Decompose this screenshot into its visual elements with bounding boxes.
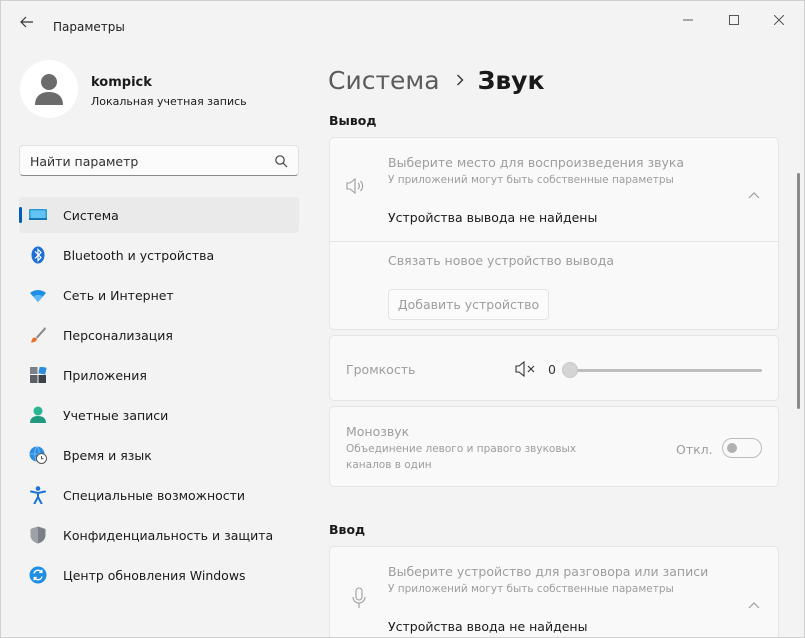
sidebar-item-label: Центр обновления Windows [63,568,246,583]
sidebar-item-windows-update[interactable]: Центр обновления Windows [19,557,299,593]
input-devices-card: Выберите устройство для разговора или за… [329,546,779,637]
add-device-button[interactable]: Добавить устройство [388,289,549,320]
account-type: Локальная учетная запись [91,95,247,108]
chevron-right-icon [456,74,464,86]
output-choose-subtitle: У приложений могут быть собственные пара… [388,174,674,186]
mono-state-label: Откл. [676,442,713,457]
volume-label: Громкость [346,362,416,377]
toggle-knob [727,443,737,453]
scrollbar[interactable] [797,173,800,409]
accessibility-icon [29,486,47,504]
output-no-devices: Устройства вывода не найдены [388,210,598,225]
search-input[interactable] [30,152,260,170]
avatar[interactable] [20,60,78,118]
sidebar-item-label: Персонализация [63,328,173,343]
title-bar: Параметры [1,1,804,41]
breadcrumb: Система Звук [328,63,544,97]
output-choose-title: Выберите место для воспроизведения звука [388,155,685,170]
sidebar-item-network[interactable]: Сеть и Интернет [19,277,299,313]
output-devices-card: Выберите место для воспроизведения звука… [329,137,779,330]
shield-icon [29,526,47,544]
wifi-icon [29,286,47,304]
user-name: kompick [91,75,152,90]
mono-toggle[interactable] [722,438,762,458]
page-title: Звук [477,65,545,95]
sidebar-item-label: Система [63,208,119,223]
app-title: Параметры [53,20,125,34]
active-indicator [19,207,22,223]
settings-window: Параметры kompick Локальная учетная запи… [0,0,805,638]
input-choose-subtitle: У приложений могут быть собственные пара… [388,583,674,595]
sidebar-item-label: Специальные возможности [63,488,246,503]
apps-icon [29,366,47,384]
divider [330,241,778,242]
volume-slider-track[interactable] [568,369,762,372]
mono-audio-card: Монозвук Объединение левого и правого зв… [329,406,779,487]
minimize-icon [683,19,693,21]
bluetooth-icon [29,246,47,264]
speaker-muted-icon[interactable] [515,360,537,381]
chevron-up-icon[interactable] [748,184,760,203]
volume-card: Громкость 0 [329,335,779,401]
sidebar-item-label: Конфиденциальность и защита [63,528,274,543]
input-choose-title: Выберите устройство для разговора или за… [388,564,709,579]
output-section-title: Вывод [329,113,377,128]
sidebar-item-label: Учетные записи [63,408,169,423]
breadcrumb-parent[interactable]: Система [328,66,440,95]
close-icon [774,15,784,25]
arrow-left-icon [20,16,33,28]
sidebar-item-apps[interactable]: Приложения [19,357,299,393]
system-icon [29,206,47,224]
minimize-button[interactable] [666,7,710,33]
maximize-icon [729,15,739,25]
sidebar-item-personalization[interactable]: Персонализация [19,317,299,353]
volume-value: 0 [548,362,556,377]
mono-title: Монозвук [346,424,410,439]
mono-description-line2: каналов в один [346,459,432,471]
sidebar-item-bluetooth[interactable]: Bluetooth и устройства [19,237,299,273]
sidebar-item-time-language[interactable]: Время и язык [19,437,299,473]
sidebar-item-label: Время и язык [63,448,152,463]
brush-icon [29,326,47,344]
pair-output-label: Связать новое устройство вывода [388,253,614,268]
sidebar-nav: Система Bluetooth и устройства Сеть и Ин… [19,197,299,597]
account-icon [29,406,47,424]
speaker-icon [346,177,368,198]
sidebar-item-system[interactable]: Система [19,197,299,233]
globe-clock-icon [29,446,47,464]
volume-slider-thumb[interactable] [562,362,578,378]
microphone-icon [352,587,366,613]
close-button[interactable] [757,7,801,33]
input-section-title: Ввод [329,522,366,537]
maximize-button[interactable] [712,7,756,33]
search-box [19,145,299,176]
search-icon[interactable] [274,154,288,168]
sidebar-item-accessibility[interactable]: Специальные возможности [19,477,299,513]
back-button[interactable] [13,11,41,33]
sidebar-item-label: Приложения [63,368,147,383]
sidebar-item-label: Bluetooth и устройства [63,248,215,263]
update-icon [29,566,47,584]
chevron-up-icon[interactable] [748,594,760,613]
sidebar-item-accounts[interactable]: Учетные записи [19,397,299,433]
mono-description-line1: Объединение левого и правого звуковых [346,443,577,455]
sidebar-item-privacy[interactable]: Конфиденциальность и защита [19,517,299,553]
input-no-devices: Устройства ввода не найдены [388,619,588,634]
user-icon [35,74,63,105]
sidebar-item-label: Сеть и Интернет [63,288,174,303]
